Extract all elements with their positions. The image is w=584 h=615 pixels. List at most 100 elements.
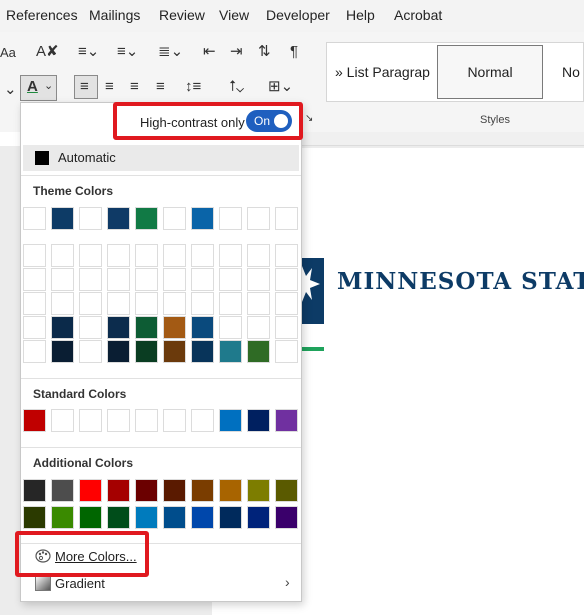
theme-shade-swatch[interactable] [23, 244, 46, 267]
numbering-icon[interactable]: ≡⌄ [117, 44, 138, 59]
theme-shade-swatch[interactable] [163, 292, 186, 315]
theme-shade-swatch[interactable] [191, 268, 214, 291]
theme-shade-swatch[interactable] [219, 316, 242, 339]
theme-shade-swatch[interactable] [135, 268, 158, 291]
theme-shade-swatch[interactable] [23, 316, 46, 339]
menu-mailings[interactable]: Mailings [89, 7, 140, 23]
theme-shade-swatch[interactable] [107, 292, 130, 315]
theme-shade-swatch[interactable] [51, 340, 74, 363]
theme-shade-swatch[interactable] [51, 292, 74, 315]
align-center-icon[interactable]: ≡ [105, 79, 114, 94]
theme-shade-swatch[interactable] [51, 268, 74, 291]
theme-shade-swatch[interactable] [275, 268, 298, 291]
theme-shade-swatch[interactable] [79, 244, 102, 267]
additional-color-swatch[interactable] [51, 479, 74, 502]
align-right-icon[interactable]: ≡ [130, 79, 139, 94]
additional-color-swatch[interactable] [107, 506, 130, 529]
bullets-icon[interactable]: ≡⌄ [78, 44, 99, 59]
menu-references[interactable]: References [6, 7, 78, 23]
justify-icon[interactable]: ≡ [156, 79, 165, 94]
style-no-spacing[interactable]: No [562, 43, 580, 101]
align-left-icon[interactable]: ≡ [80, 79, 89, 94]
style-list-paragraph[interactable]: » List Paragrap [335, 43, 430, 101]
highlight-dropdown-icon[interactable]: ⌄ [4, 82, 17, 97]
theme-color-swatch[interactable] [23, 207, 46, 230]
style-normal[interactable]: Normal [437, 45, 543, 99]
theme-shade-swatch[interactable] [23, 292, 46, 315]
theme-shade-swatch[interactable] [247, 340, 270, 363]
theme-color-swatch[interactable] [275, 207, 298, 230]
theme-shade-swatch[interactable] [219, 268, 242, 291]
standard-color-swatch[interactable] [163, 409, 186, 432]
theme-shade-swatch[interactable] [51, 244, 74, 267]
decrease-indent-icon[interactable]: ⇤ [203, 44, 216, 59]
theme-shade-swatch[interactable] [79, 268, 102, 291]
theme-shade-swatch[interactable] [219, 292, 242, 315]
menu-developer[interactable]: Developer [266, 7, 330, 23]
theme-shade-swatch[interactable] [107, 268, 130, 291]
theme-shade-swatch[interactable] [247, 292, 270, 315]
additional-color-swatch[interactable] [135, 506, 158, 529]
theme-shade-swatch[interactable] [191, 292, 214, 315]
theme-shade-swatch[interactable] [107, 316, 130, 339]
additional-color-swatch[interactable] [23, 506, 46, 529]
theme-shade-swatch[interactable] [79, 316, 102, 339]
theme-shade-swatch[interactable] [191, 340, 214, 363]
automatic-color-option[interactable]: Automatic [23, 145, 299, 171]
additional-color-swatch[interactable] [275, 479, 298, 502]
menu-acrobat[interactable]: Acrobat [394, 7, 442, 23]
theme-color-swatch[interactable] [135, 207, 158, 230]
shading-icon[interactable]: ⭡⌄ [229, 79, 244, 94]
font-color-chevron-icon[interactable]: ⌄ [44, 81, 53, 92]
theme-shade-swatch[interactable] [247, 244, 270, 267]
standard-color-swatch[interactable] [275, 409, 298, 432]
increase-indent-icon[interactable]: ⇥ [230, 44, 243, 59]
additional-color-swatch[interactable] [247, 506, 270, 529]
theme-color-swatch[interactable] [51, 207, 74, 230]
theme-shade-swatch[interactable] [163, 268, 186, 291]
theme-color-swatch[interactable] [163, 207, 186, 230]
additional-color-swatch[interactable] [191, 479, 214, 502]
additional-color-swatch[interactable] [163, 506, 186, 529]
theme-shade-swatch[interactable] [247, 268, 270, 291]
theme-shade-swatch[interactable] [275, 340, 298, 363]
theme-shade-swatch[interactable] [135, 316, 158, 339]
theme-shade-swatch[interactable] [247, 316, 270, 339]
theme-color-swatch[interactable] [191, 207, 214, 230]
theme-shade-swatch[interactable] [163, 316, 186, 339]
theme-shade-swatch[interactable] [219, 244, 242, 267]
standard-color-swatch[interactable] [247, 409, 270, 432]
theme-color-swatch[interactable] [247, 207, 270, 230]
menu-review[interactable]: Review [159, 7, 205, 23]
additional-color-swatch[interactable] [247, 479, 270, 502]
theme-shade-swatch[interactable] [79, 340, 102, 363]
standard-color-swatch[interactable] [135, 409, 158, 432]
theme-shade-swatch[interactable] [275, 316, 298, 339]
additional-color-swatch[interactable] [191, 506, 214, 529]
theme-shade-swatch[interactable] [107, 244, 130, 267]
standard-color-swatch[interactable] [191, 409, 214, 432]
theme-shade-swatch[interactable] [107, 340, 130, 363]
font-color-icon[interactable]: A [27, 79, 38, 94]
theme-shade-swatch[interactable] [23, 340, 46, 363]
standard-color-swatch[interactable] [219, 409, 242, 432]
additional-color-swatch[interactable] [23, 479, 46, 502]
theme-shade-swatch[interactable] [23, 268, 46, 291]
additional-color-swatch[interactable] [219, 506, 242, 529]
sort-icon[interactable]: ⇅ [258, 44, 271, 59]
additional-color-swatch[interactable] [79, 479, 102, 502]
borders-icon[interactable]: ⊞⌄ [268, 79, 293, 94]
additional-color-swatch[interactable] [79, 506, 102, 529]
additional-color-swatch[interactable] [107, 479, 130, 502]
additional-color-swatch[interactable] [135, 479, 158, 502]
theme-shade-swatch[interactable] [163, 244, 186, 267]
additional-color-swatch[interactable] [163, 479, 186, 502]
additional-color-swatch[interactable] [219, 479, 242, 502]
clear-formatting-icon[interactable]: A✘ [36, 44, 59, 59]
theme-shade-swatch[interactable] [135, 244, 158, 267]
theme-shade-swatch[interactable] [163, 340, 186, 363]
theme-shade-swatch[interactable] [51, 316, 74, 339]
additional-color-swatch[interactable] [275, 506, 298, 529]
show-formatting-icon[interactable]: ¶ [290, 44, 298, 59]
theme-color-swatch[interactable] [79, 207, 102, 230]
